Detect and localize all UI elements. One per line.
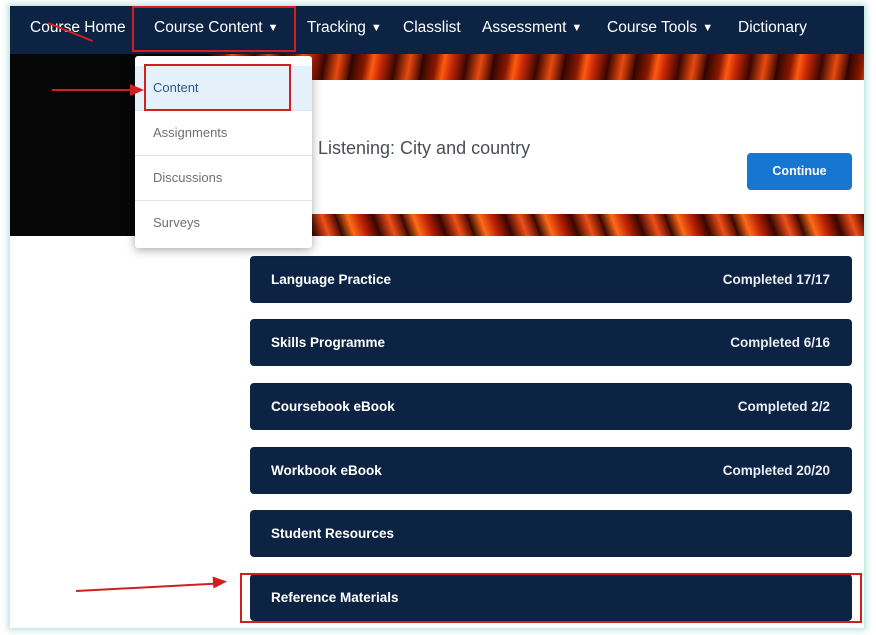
nav-tracking-label: Tracking — [307, 19, 366, 36]
dropdown-item-label: Assignments — [153, 125, 228, 140]
annotation-arrow-content — [52, 89, 132, 91]
highlight-content-item — [144, 64, 291, 111]
nav-assessment[interactable]: Assessment ▼ — [482, 6, 582, 54]
module-coursebook-ebook[interactable]: Coursebook eBook Completed 2/2 — [250, 383, 852, 430]
nav-course-tools-label: Course Tools — [607, 19, 698, 36]
dropdown-item-label: Discussions — [153, 170, 223, 185]
highlight-course-content — [132, 6, 296, 52]
nav-assessment-label: Assessment — [482, 19, 567, 36]
module-status: Completed 17/17 — [722, 272, 830, 287]
arrow-head-icon — [212, 575, 228, 589]
module-workbook-ebook[interactable]: Workbook eBook Completed 20/20 — [250, 447, 852, 494]
nav-classlist[interactable]: Classlist — [403, 6, 461, 54]
module-skills-programme[interactable]: Skills Programme Completed 6/16 — [250, 319, 852, 366]
chevron-down-icon: ▼ — [571, 22, 583, 34]
chevron-down-icon: ▼ — [702, 22, 714, 34]
nav-dictionary[interactable]: Dictionary — [738, 6, 807, 54]
module-status: Completed 2/2 — [737, 399, 830, 414]
nav-dictionary-label: Dictionary — [738, 19, 807, 36]
arrow-head-icon — [130, 84, 144, 96]
module-title: Language Practice — [271, 272, 392, 287]
nav-classlist-label: Classlist — [403, 19, 461, 36]
module-title: Student Resources — [271, 526, 395, 541]
module-language-practice[interactable]: Language Practice Completed 17/17 — [250, 256, 852, 303]
annotation-arrow-reference — [75, 582, 216, 592]
module-status: Completed 20/20 — [722, 463, 830, 478]
module-title: Workbook eBook — [271, 463, 382, 478]
nav-tracking[interactable]: Tracking ▼ — [307, 6, 382, 54]
dropdown-item-discussions[interactable]: Discussions — [135, 156, 312, 201]
highlight-reference-materials — [240, 573, 862, 623]
dropdown-item-assignments[interactable]: Assignments — [135, 111, 312, 156]
nav-course-tools[interactable]: Course Tools ▼ — [607, 6, 713, 54]
module-status: Completed 6/16 — [730, 335, 830, 350]
continue-button[interactable]: Continue — [747, 153, 852, 190]
nav-course-home[interactable]: Course Home — [30, 6, 126, 54]
app-window: Course Home Course Content ▼ Tracking ▼ Cl… — [10, 6, 864, 628]
banner-title: Listening: City and country — [318, 138, 531, 158]
dropdown-item-label: Surveys — [153, 215, 200, 230]
chevron-down-icon: ▼ — [370, 22, 382, 34]
dropdown-item-surveys[interactable]: Surveys — [135, 201, 312, 246]
module-title: Skills Programme — [271, 335, 386, 350]
module-student-resources[interactable]: Student Resources — [250, 510, 852, 557]
module-title: Coursebook eBook — [271, 399, 395, 414]
